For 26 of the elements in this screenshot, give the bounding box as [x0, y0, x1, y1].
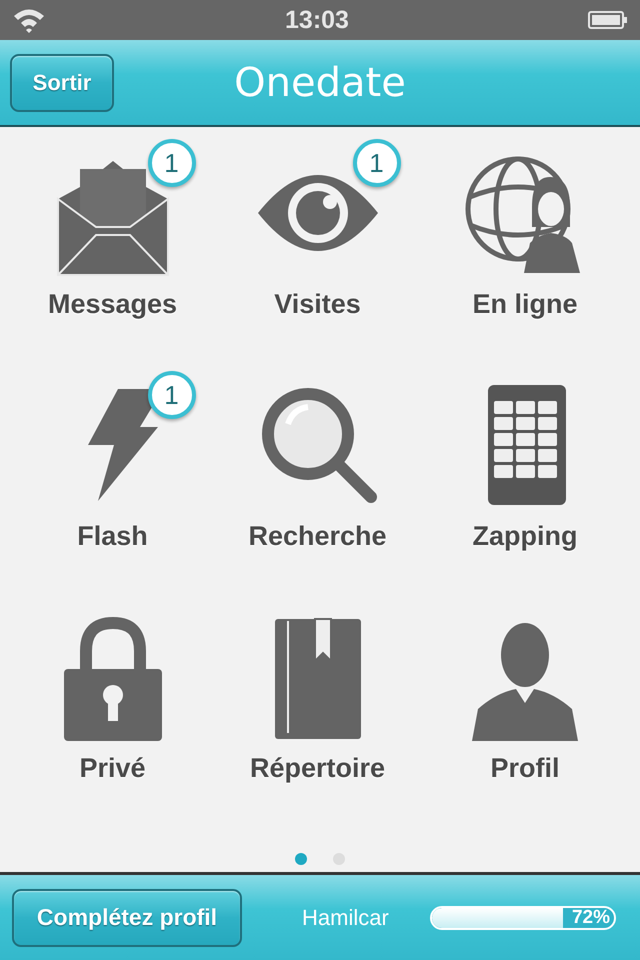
menu-item[interactable]: Messages — [48, 289, 178, 320]
battery-icon — [588, 10, 628, 30]
menu-item[interactable]: Recherche — [248, 521, 387, 552]
count-badge: 1 — [148, 371, 196, 419]
count-badge: 1 — [148, 139, 196, 187]
clock-time: 13:03 — [285, 6, 349, 34]
keypad-icon — [488, 385, 566, 505]
lock-icon — [64, 617, 162, 741]
menu-item[interactable]: En ligne — [472, 289, 578, 320]
book-icon — [274, 618, 360, 739]
eye-icon — [258, 175, 378, 251]
menu-item[interactable]: Visites — [274, 289, 361, 320]
menu-item[interactable]: Répertoire — [250, 753, 386, 784]
wifi-icon — [12, 7, 46, 33]
progress-reading: 72% — [572, 908, 610, 928]
logo: Onedate — [234, 60, 406, 106]
username: Hamilcar — [302, 904, 390, 930]
menu-item[interactable]: Zapping — [472, 521, 578, 552]
globe-person-icon — [466, 156, 580, 273]
menu-item[interactable]: Privé — [79, 753, 146, 784]
menu-item[interactable]: Profil — [490, 753, 560, 784]
person-icon — [472, 623, 578, 741]
page-dot[interactable] — [295, 853, 307, 865]
count-badge: 1 — [352, 139, 400, 187]
search-icon — [262, 388, 376, 503]
menu-item[interactable]: Flash — [77, 521, 148, 552]
